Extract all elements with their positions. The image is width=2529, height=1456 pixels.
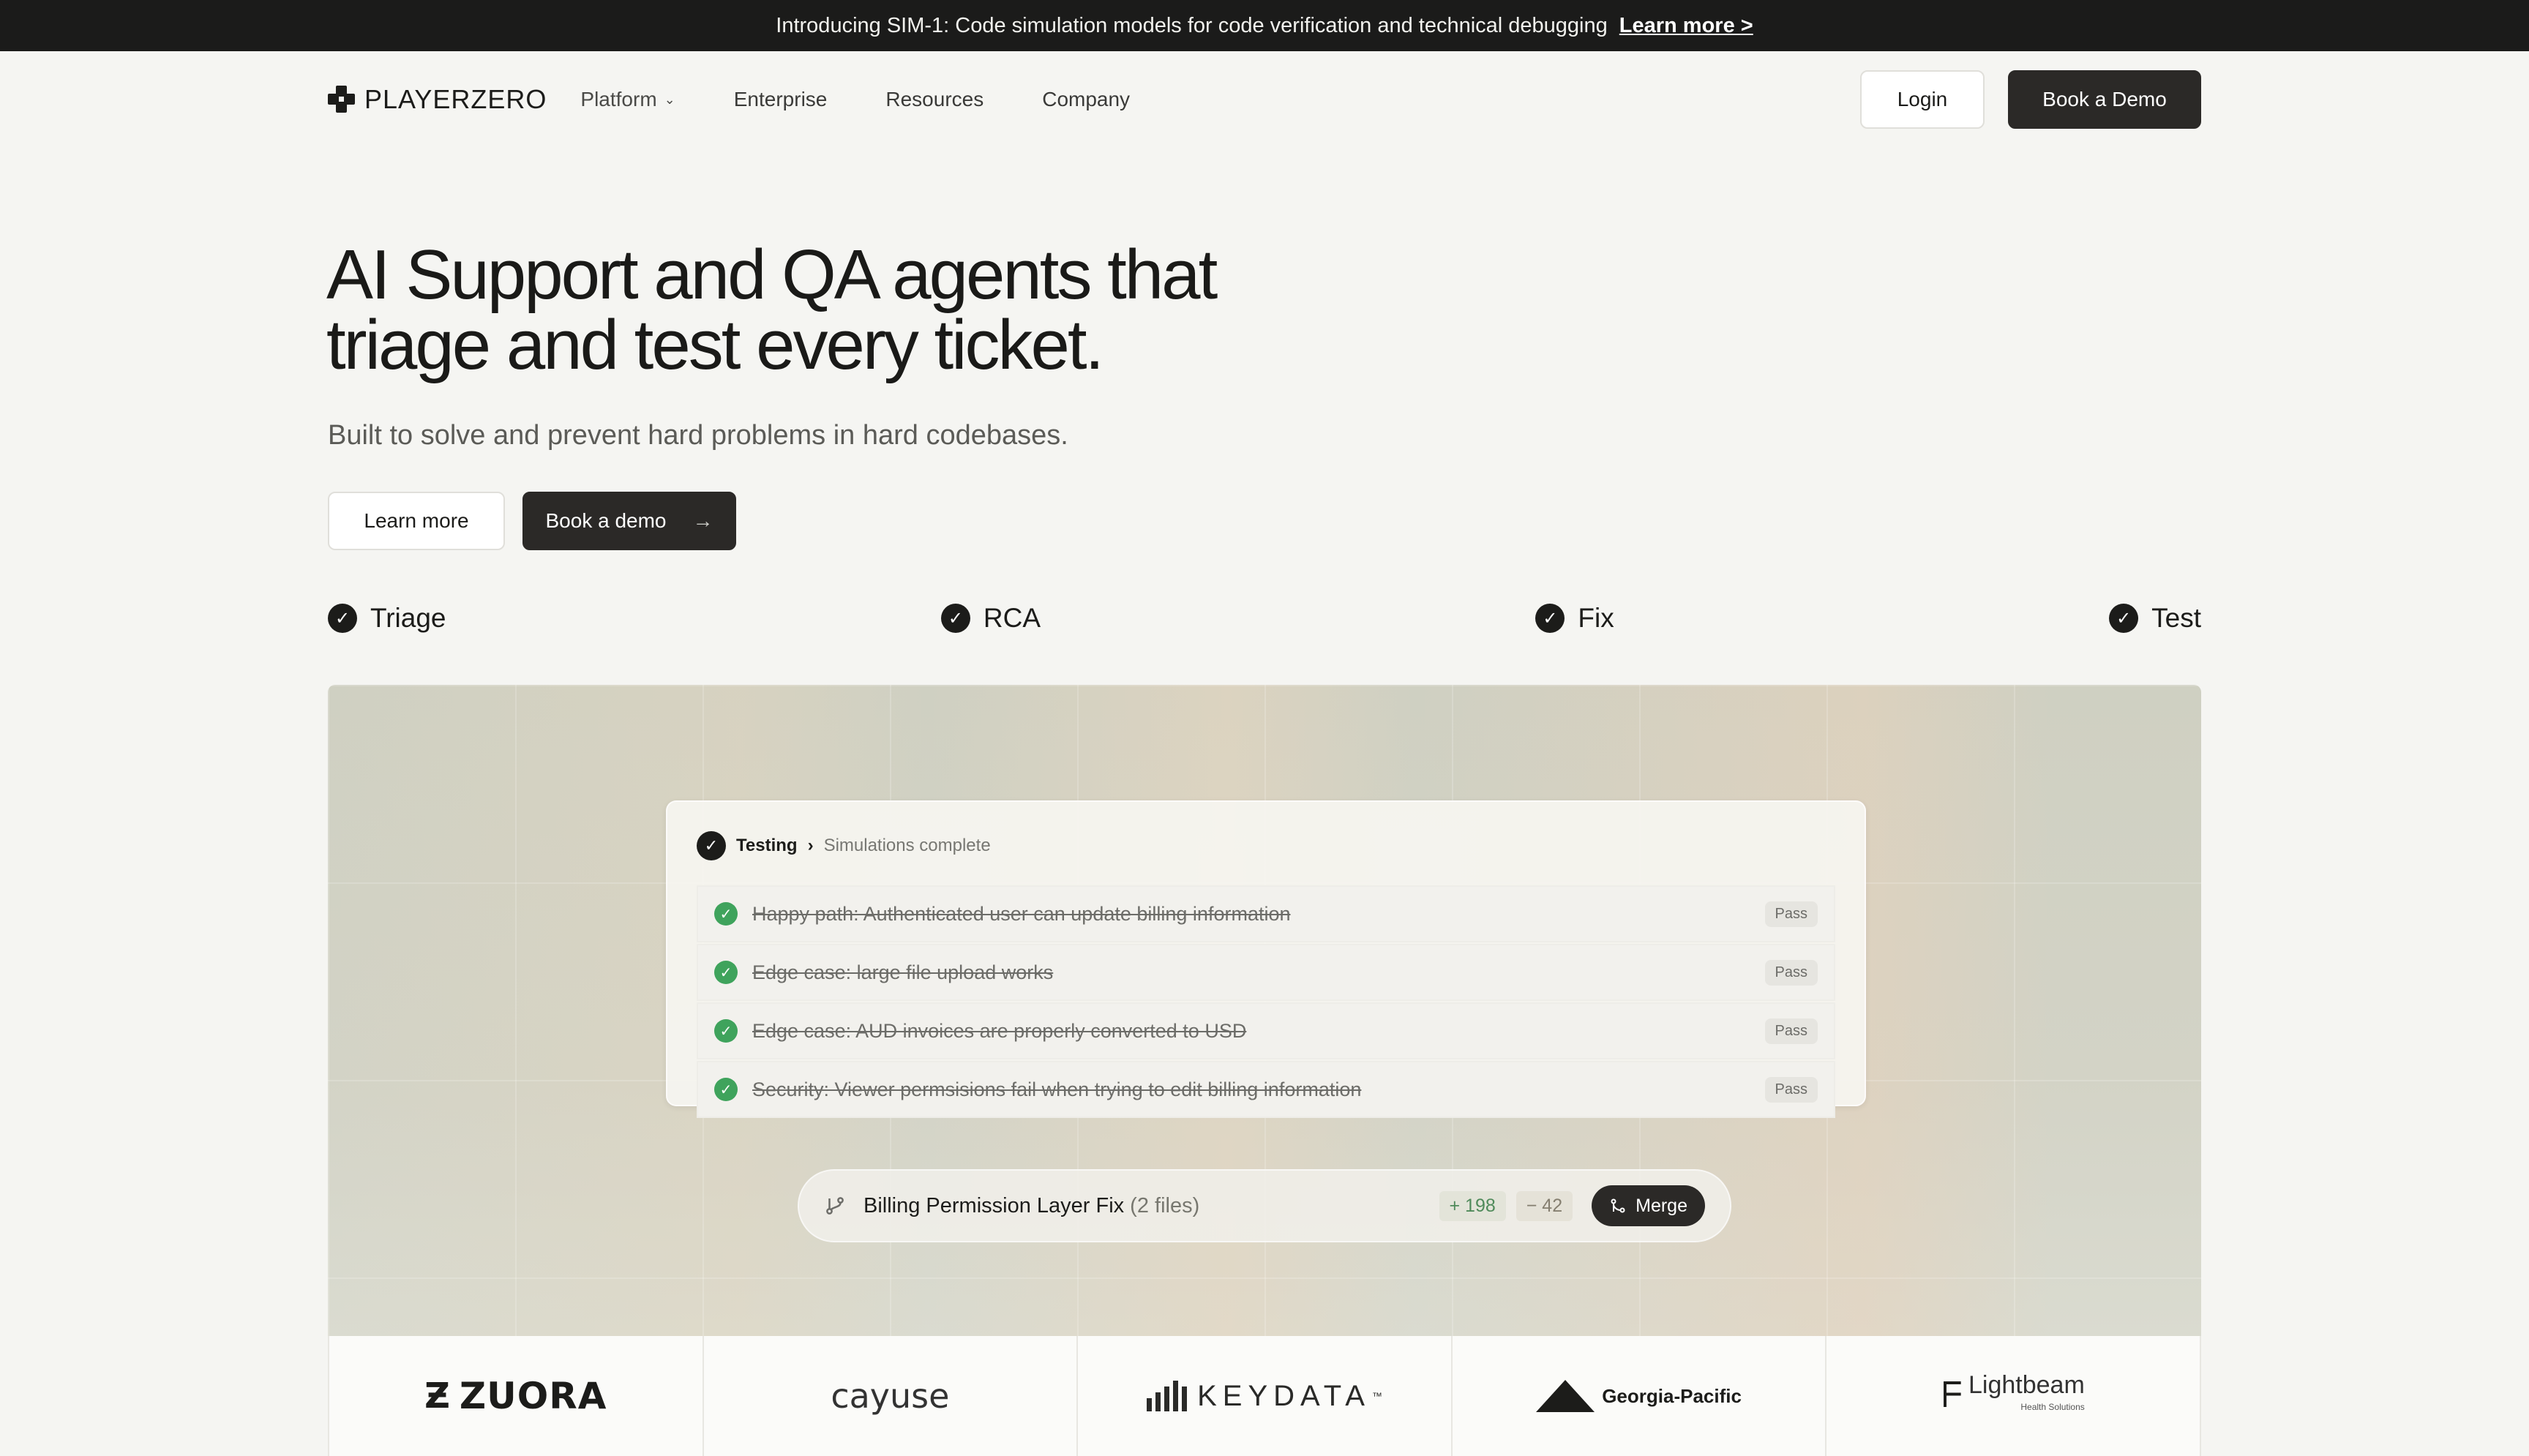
test-row: ✓ Edge case: large file upload works Pas… bbox=[697, 944, 1835, 1001]
pr-actions: + 198 − 42 Merge bbox=[1439, 1185, 1705, 1226]
logo-text: PLAYERZERO bbox=[364, 84, 547, 114]
test-row: ✓ Edge case: AUD invoices are properly c… bbox=[697, 1002, 1835, 1059]
merge-button[interactable]: Merge bbox=[1592, 1185, 1705, 1226]
pass-badge: Pass bbox=[1764, 1076, 1818, 1103]
lightbeam-logo: ᖴ Lightbeam Health Solutions bbox=[1941, 1371, 2085, 1418]
nav-company[interactable]: Company bbox=[1042, 88, 1130, 111]
pull-request-bar: Billing Permission Layer Fix (2 files) +… bbox=[798, 1169, 1731, 1242]
zuora-wordmark: ZUORA bbox=[459, 1375, 607, 1417]
book-demo-nav-button[interactable]: Book a Demo bbox=[2008, 70, 2201, 129]
nav-links: Platform ⌄ Enterprise Resources Company bbox=[580, 88, 1130, 111]
keydata-trademark: ™ bbox=[1371, 1390, 1382, 1402]
test-row: ✓ Security: Viewer permsisions fail when… bbox=[697, 1061, 1835, 1118]
test-name: Happy path: Authenticated user can updat… bbox=[752, 902, 1291, 925]
pass-badge: Pass bbox=[1764, 901, 1818, 927]
nav-resources[interactable]: Resources bbox=[885, 88, 984, 111]
customer-logos: Ƶ ZUORA cayuse KEYDATA ™ Georgia-Pacific… bbox=[328, 1336, 2201, 1456]
logo-zuora: Ƶ ZUORA bbox=[328, 1336, 702, 1456]
lightbeam-name: Lightbeam bbox=[1968, 1371, 2085, 1399]
book-demo-hero-label: Book a demo bbox=[545, 509, 667, 532]
merge-icon bbox=[1611, 1198, 1625, 1213]
testing-header: ✓ Testing › Simulations complete bbox=[697, 831, 991, 860]
keydata-logo: KEYDATA ™ bbox=[1147, 1380, 1382, 1413]
georgia-pacific-logo: Georgia-Pacific bbox=[1536, 1380, 1742, 1412]
step-label: Test bbox=[2151, 603, 2201, 633]
workflow-steps: ✓ Triage ✓ RCA ✓ Fix ✓ Test bbox=[328, 596, 2201, 640]
nav-platform[interactable]: Platform ⌄ bbox=[580, 88, 675, 111]
test-name: Edge case: large file upload works bbox=[752, 961, 1054, 983]
step-rca[interactable]: ✓ RCA bbox=[940, 603, 1041, 634]
pass-badge: Pass bbox=[1764, 1018, 1818, 1044]
check-circle-icon: ✓ bbox=[940, 604, 970, 633]
testing-label: Testing bbox=[736, 836, 798, 855]
hero-title: AI Support and QA agents that triage and… bbox=[326, 240, 1351, 380]
learn-more-button[interactable]: Learn more bbox=[328, 492, 505, 550]
step-fix[interactable]: ✓ Fix bbox=[1535, 603, 1614, 634]
check-success-icon: ✓ bbox=[714, 961, 738, 984]
keydata-wordmark: KEYDATA bbox=[1197, 1379, 1371, 1412]
hero-subtitle: Built to solve and prevent hard problems… bbox=[328, 420, 1068, 451]
arrow-right-icon: → bbox=[692, 509, 713, 532]
testing-status: Simulations complete bbox=[823, 836, 991, 855]
logo-keydata: KEYDATA ™ bbox=[1076, 1336, 1451, 1456]
deletions-count: − 42 bbox=[1515, 1190, 1573, 1221]
step-test[interactable]: ✓ Test bbox=[2109, 603, 2201, 634]
logo-georgia-pacific: Georgia-Pacific bbox=[1450, 1336, 1826, 1456]
nav-platform-label: Platform bbox=[580, 88, 657, 110]
check-circle-icon: ✓ bbox=[697, 831, 726, 860]
hero-title-line2: triage and test every ticket. bbox=[326, 306, 1104, 384]
test-name: Edge case: AUD invoices are properly con… bbox=[752, 1019, 1247, 1042]
check-success-icon: ✓ bbox=[714, 1078, 738, 1101]
login-button[interactable]: Login bbox=[1860, 70, 1985, 129]
testing-card: ✓ Testing › Simulations complete ✓ Happy… bbox=[666, 800, 1866, 1118]
mountain-icon bbox=[1536, 1380, 1595, 1412]
check-circle-icon: ✓ bbox=[2109, 604, 2139, 633]
top-nav: PLAYERZERO Platform ⌄ Enterprise Resourc… bbox=[328, 51, 2201, 148]
merge-label: Merge bbox=[1636, 1195, 1687, 1216]
breadcrumb-separator: › bbox=[807, 836, 814, 855]
demo-panel: ✓ Testing › Simulations complete ✓ Happy… bbox=[328, 685, 2201, 1336]
test-results-list: ✓ Happy path: Authenticated user can upd… bbox=[697, 885, 1835, 1119]
pr-file-count: (2 files) bbox=[1130, 1193, 1200, 1217]
hero-ctas: Learn more Book a demo → bbox=[328, 492, 736, 550]
logo-mark-icon bbox=[328, 86, 356, 113]
nav-actions: Login Book a Demo bbox=[1860, 70, 2201, 129]
step-triage[interactable]: ✓ Triage bbox=[328, 603, 446, 634]
git-branch-icon bbox=[826, 1197, 844, 1215]
keydata-bars-icon bbox=[1147, 1381, 1188, 1411]
check-circle-icon: ✓ bbox=[1535, 604, 1565, 633]
check-success-icon: ✓ bbox=[714, 902, 738, 926]
step-label: Triage bbox=[370, 603, 446, 633]
step-label: Fix bbox=[1578, 603, 1614, 633]
check-success-icon: ✓ bbox=[714, 1019, 738, 1043]
test-row: ✓ Happy path: Authenticated user can upd… bbox=[697, 885, 1835, 942]
chevron-down-icon: ⌄ bbox=[664, 91, 675, 107]
pr-title: Billing Permission Layer Fix bbox=[863, 1193, 1125, 1217]
step-label: RCA bbox=[983, 603, 1041, 633]
check-circle-icon: ✓ bbox=[328, 604, 357, 633]
pass-badge: Pass bbox=[1764, 959, 1818, 986]
hero-title-line1: AI Support and QA agents that bbox=[326, 236, 1218, 314]
lightbeam-subtitle: Health Solutions bbox=[2020, 1402, 2085, 1412]
zuora-logo: Ƶ ZUORA bbox=[424, 1375, 607, 1417]
logo-cayuse: cayuse bbox=[702, 1336, 1077, 1456]
georgia-pacific-wordmark: Georgia-Pacific bbox=[1602, 1384, 1742, 1407]
zuora-mark-icon: Ƶ bbox=[424, 1376, 451, 1416]
lightbeam-mark-icon: ᖴ bbox=[1941, 1376, 1963, 1415]
logo-lightbeam: ᖴ Lightbeam Health Solutions bbox=[1825, 1336, 2201, 1456]
announcement-learn-more-link[interactable]: Learn more > bbox=[1619, 14, 1753, 38]
nav-enterprise[interactable]: Enterprise bbox=[734, 88, 828, 111]
cayuse-wordmark: cayuse bbox=[831, 1376, 950, 1416]
playerzero-logo[interactable]: PLAYERZERO bbox=[328, 84, 547, 115]
book-demo-hero-button[interactable]: Book a demo → bbox=[522, 492, 736, 550]
announcement-bar: Introducing SIM-1: Code simulation model… bbox=[0, 0, 2529, 51]
test-name: Security: Viewer permsisions fail when t… bbox=[752, 1078, 1362, 1100]
announcement-text: Introducing SIM-1: Code simulation model… bbox=[776, 13, 1608, 37]
additions-count: + 198 bbox=[1439, 1190, 1506, 1221]
lightbeam-wordmark: Lightbeam Health Solutions bbox=[1968, 1371, 2085, 1418]
